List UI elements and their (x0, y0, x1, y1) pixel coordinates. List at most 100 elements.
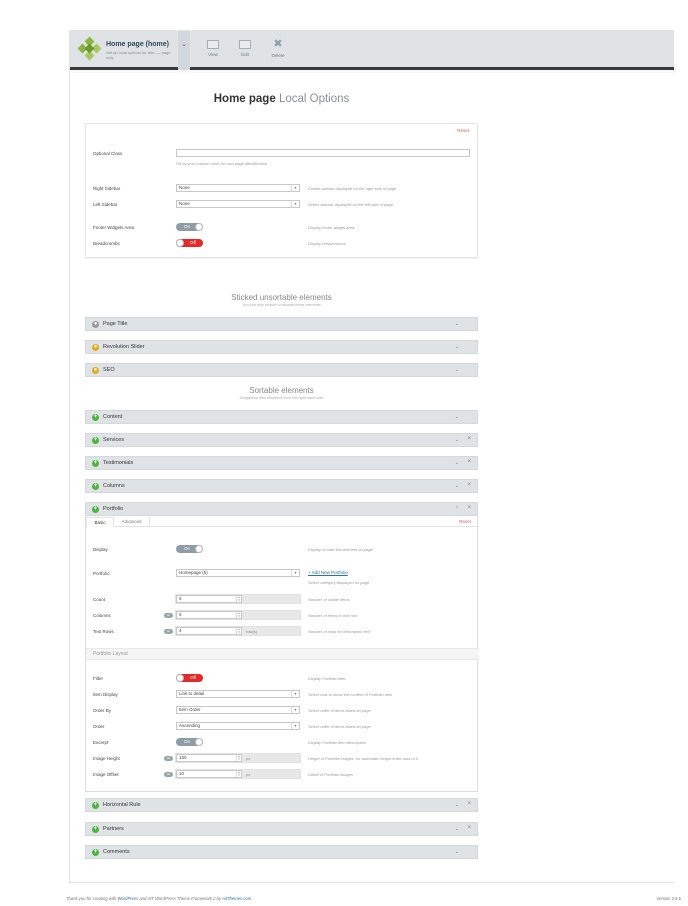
element-testimonials[interactable]: + Testimonials ⌄ × (85, 456, 478, 470)
tab-basic[interactable]: Basic (86, 517, 114, 527)
order-by-select[interactable]: Item Order ▾ (176, 706, 300, 714)
portfolio-body: Basic Advanced Reset Display On Display … (85, 516, 479, 792)
left-sidebar-value: None (179, 201, 190, 206)
columns-input[interactable]: 5 ▴ ▾ (176, 611, 242, 619)
image-height-toggle[interactable]: on (164, 756, 173, 761)
chevron-down-icon[interactable]: ⌄ (455, 437, 459, 443)
stepper-icon[interactable]: ▴ ▾ (236, 596, 241, 602)
footer-credits: Thank you for creating with WordPress an… (66, 896, 251, 901)
stepper-icon[interactable]: ▴ ▾ (236, 771, 241, 777)
element-services[interactable]: + Services ⌄ × (85, 433, 478, 447)
stepper-icon[interactable]: ▴ ▾ (236, 612, 241, 618)
count-value: 5 (179, 596, 182, 601)
chevron-down-icon: ▾ (291, 723, 299, 729)
text-rows-input[interactable]: 4 ▴ ▾ (176, 627, 242, 635)
element-page-title[interactable]: ● Page Title ⌄ (85, 317, 478, 331)
chevron-down-icon[interactable]: ⌄ (455, 849, 459, 855)
excerpt-toggle[interactable]: On (176, 738, 203, 746)
portfolio-label: Portfolio (93, 571, 110, 576)
view-button[interactable]: View (201, 40, 225, 57)
close-icon[interactable]: × (467, 482, 471, 488)
add-new-portfolio-link[interactable]: + Add New Portfolio (308, 570, 348, 575)
columns-label: Columns (93, 613, 111, 618)
delete-icon: ✖ (273, 38, 283, 50)
image-height-help: Height of Portfolio images, for automati… (308, 756, 419, 761)
right-sidebar-select[interactable]: None ▾ (176, 184, 300, 192)
chevron-up-icon[interactable]: ⌃ (455, 506, 459, 512)
chevron-down-icon[interactable]: ⌄ (455, 414, 459, 420)
close-icon[interactable]: × (467, 825, 471, 831)
element-partners[interactable]: + Partners ⌄ × (85, 822, 478, 836)
optional-class-input[interactable] (176, 149, 470, 157)
filter-toggle[interactable]: Off (176, 674, 203, 682)
close-icon[interactable]: × (467, 801, 471, 807)
breadcrumbs-toggle[interactable]: Off (176, 239, 203, 247)
order-help: Select order of items listed on page (308, 724, 371, 729)
tab-advanced[interactable]: Advanced (114, 517, 150, 527)
aitthemes-link[interactable]: AitThemes.com (222, 896, 251, 901)
element-revolution-slider[interactable]: ● Revolution Slider ⌄ (85, 340, 478, 354)
order-by-label: Order By (93, 708, 112, 713)
filter-label: Filter (93, 676, 103, 681)
page-selector[interactable]: Home page (home) Set up local options fo… (70, 31, 176, 70)
chevron-down-icon[interactable]: ⌄ (455, 483, 459, 489)
element-icon: ● (92, 321, 99, 328)
element-content[interactable]: + Content ⌄ (85, 410, 478, 424)
portfolio-tabs: Basic Advanced Reset (86, 516, 479, 527)
chevron-down-icon[interactable]: ⌄ (455, 344, 459, 350)
image-offset-label: Image Offset (93, 772, 119, 777)
chevron-down-icon[interactable]: ⌄ (455, 321, 459, 327)
portfolio-select[interactable]: Homepage (5) ▾ (176, 569, 300, 577)
element-portfolio[interactable]: + Portfolio ⌃ × (85, 502, 478, 516)
order-label: Order (93, 724, 105, 729)
footer-widgets-toggle[interactable]: On (176, 223, 203, 231)
item-display-label: Item Display (93, 692, 118, 697)
edit-label: Edit (241, 52, 249, 57)
chevron-down-icon[interactable]: ⌄ (455, 367, 459, 373)
footer-widgets-help: Display footer widget area (308, 225, 355, 230)
chevron-down-icon[interactable]: ⌄ (455, 802, 459, 808)
order-select[interactable]: Ascending ▾ (176, 722, 300, 730)
item-display-select[interactable]: Link to detail ▾ (176, 690, 300, 698)
element-icon: ● (92, 344, 99, 351)
text-rows-label: Text Rows (93, 629, 114, 634)
wordpress-link[interactable]: WordPress (117, 896, 138, 901)
image-height-input[interactable]: 150 ▴ ▾ (176, 754, 242, 762)
element-horizontal-rule[interactable]: + Horizontal Rule ⌄ × (85, 798, 478, 812)
edit-button[interactable]: Edit (233, 40, 257, 57)
close-icon[interactable]: × (467, 459, 471, 465)
element-label: Services (103, 437, 125, 443)
stepper-icon[interactable]: ▴ ▾ (236, 628, 241, 634)
toggle-state: On (184, 546, 191, 551)
element-columns[interactable]: + Columns ⌄ × (85, 479, 478, 493)
element-label: Horizontal Rule (103, 802, 141, 808)
close-icon[interactable]: × (467, 436, 471, 442)
reset-link[interactable]: Reset (457, 128, 469, 133)
plus-icon: + (92, 437, 99, 444)
close-icon[interactable]: × (467, 505, 471, 511)
chevron-down-icon[interactable]: ⌄ (455, 826, 459, 832)
chevron-down-icon: ▾ (291, 691, 299, 697)
text-rows-help: Number of rows for description text (308, 629, 371, 634)
left-sidebar-help: Select sidebar displayed on the left sid… (308, 202, 393, 207)
element-comments[interactable]: + Comments ⌄ (85, 845, 478, 859)
text-rows-toggle[interactable]: on (164, 629, 173, 634)
page-dropdown-button[interactable]: ⌄ (178, 31, 190, 70)
delete-button[interactable]: ✖ Delete (266, 38, 290, 59)
left-sidebar-select[interactable]: None ▾ (176, 200, 300, 208)
image-height-unit: px (246, 756, 251, 761)
columns-toggle[interactable]: on (164, 613, 173, 618)
image-offset-input[interactable]: 10 ▴ ▾ (176, 770, 242, 778)
plus-icon: + (92, 483, 99, 490)
image-offset-toggle[interactable]: on (164, 772, 173, 777)
display-toggle[interactable]: On (176, 545, 203, 553)
chevron-down-icon[interactable]: ⌄ (455, 460, 459, 466)
plus-icon: + (92, 414, 99, 421)
sortable-title: Sortable elements (249, 386, 314, 395)
element-seo[interactable]: ● SEO ⌄ (85, 363, 478, 377)
image-offset-unit: px (246, 772, 251, 777)
portfolio-reset-link[interactable]: Reset (459, 519, 471, 524)
page-title: Home page (home) (106, 41, 170, 48)
count-input[interactable]: 5 ▴ ▾ (176, 595, 242, 603)
stepper-icon[interactable]: ▴ ▾ (236, 755, 241, 761)
